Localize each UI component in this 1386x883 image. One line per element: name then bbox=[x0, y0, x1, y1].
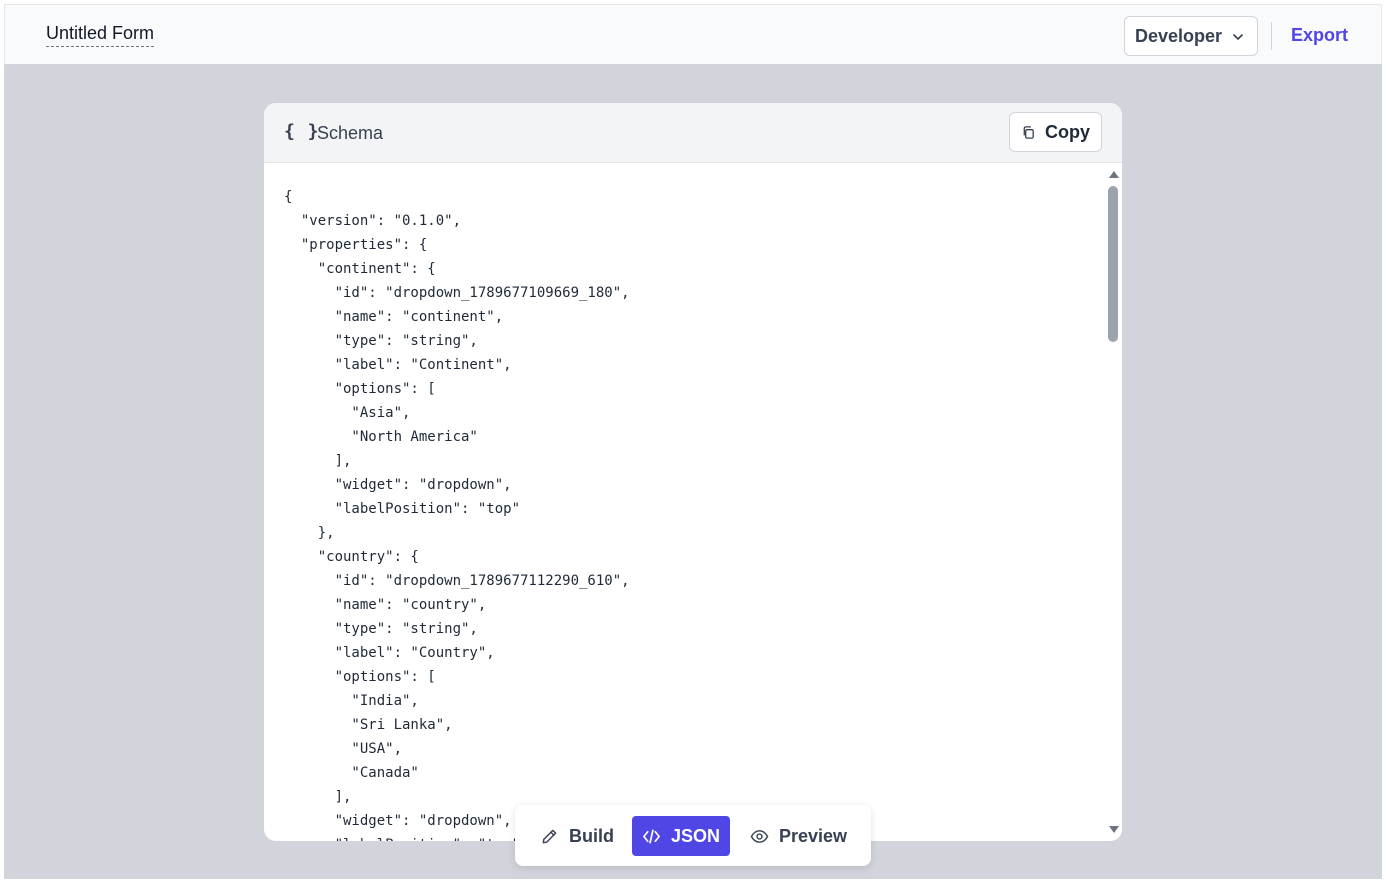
role-select-value: Developer bbox=[1135, 25, 1223, 46]
mode-toolbar: Build JSON Preview bbox=[515, 805, 871, 866]
form-title[interactable]: Untitled Form bbox=[46, 22, 155, 47]
build-mode-label: Build bbox=[569, 825, 614, 846]
json-code-area[interactable]: { "version": "0.1.0", "properties": { "c… bbox=[264, 163, 1108, 841]
copy-button[interactable]: Copy bbox=[1009, 112, 1102, 152]
scroll-down-arrow[interactable] bbox=[1109, 826, 1119, 833]
preview-mode-button[interactable]: Preview bbox=[740, 816, 857, 856]
preview-mode-label: Preview bbox=[779, 825, 848, 846]
json-code[interactable]: { "version": "0.1.0", "properties": { "c… bbox=[284, 185, 630, 841]
json-mode-label: JSON bbox=[671, 825, 721, 846]
role-select[interactable]: Developer bbox=[1124, 16, 1258, 56]
schema-panel: { } Schema Copy { "version": "0.1.0", "p… bbox=[264, 103, 1122, 841]
code-scrollbar[interactable] bbox=[1106, 163, 1122, 841]
export-button[interactable]: Export bbox=[1291, 24, 1348, 46]
braces-icon: { } bbox=[284, 121, 320, 142]
top-bar: Untitled Form Developer Export bbox=[4, 4, 1382, 65]
schema-title: Schema bbox=[317, 123, 384, 143]
scroll-thumb[interactable] bbox=[1108, 186, 1118, 342]
scroll-up-arrow[interactable] bbox=[1109, 171, 1119, 178]
pencil-icon bbox=[542, 829, 557, 843]
build-mode-button[interactable]: Build bbox=[530, 816, 624, 856]
copy-icon bbox=[1023, 125, 1034, 139]
code-icon bbox=[643, 828, 660, 844]
schema-panel-header: { } Schema Copy bbox=[264, 103, 1122, 163]
json-mode-button[interactable]: JSON bbox=[632, 816, 731, 856]
chevron-down-icon bbox=[1233, 34, 1243, 40]
eye-icon bbox=[750, 829, 769, 843]
topbar-divider bbox=[1271, 22, 1272, 50]
app-root: Untitled Form Developer Export { } Schem… bbox=[4, 4, 1382, 879]
copy-button-label: Copy bbox=[1045, 121, 1090, 142]
